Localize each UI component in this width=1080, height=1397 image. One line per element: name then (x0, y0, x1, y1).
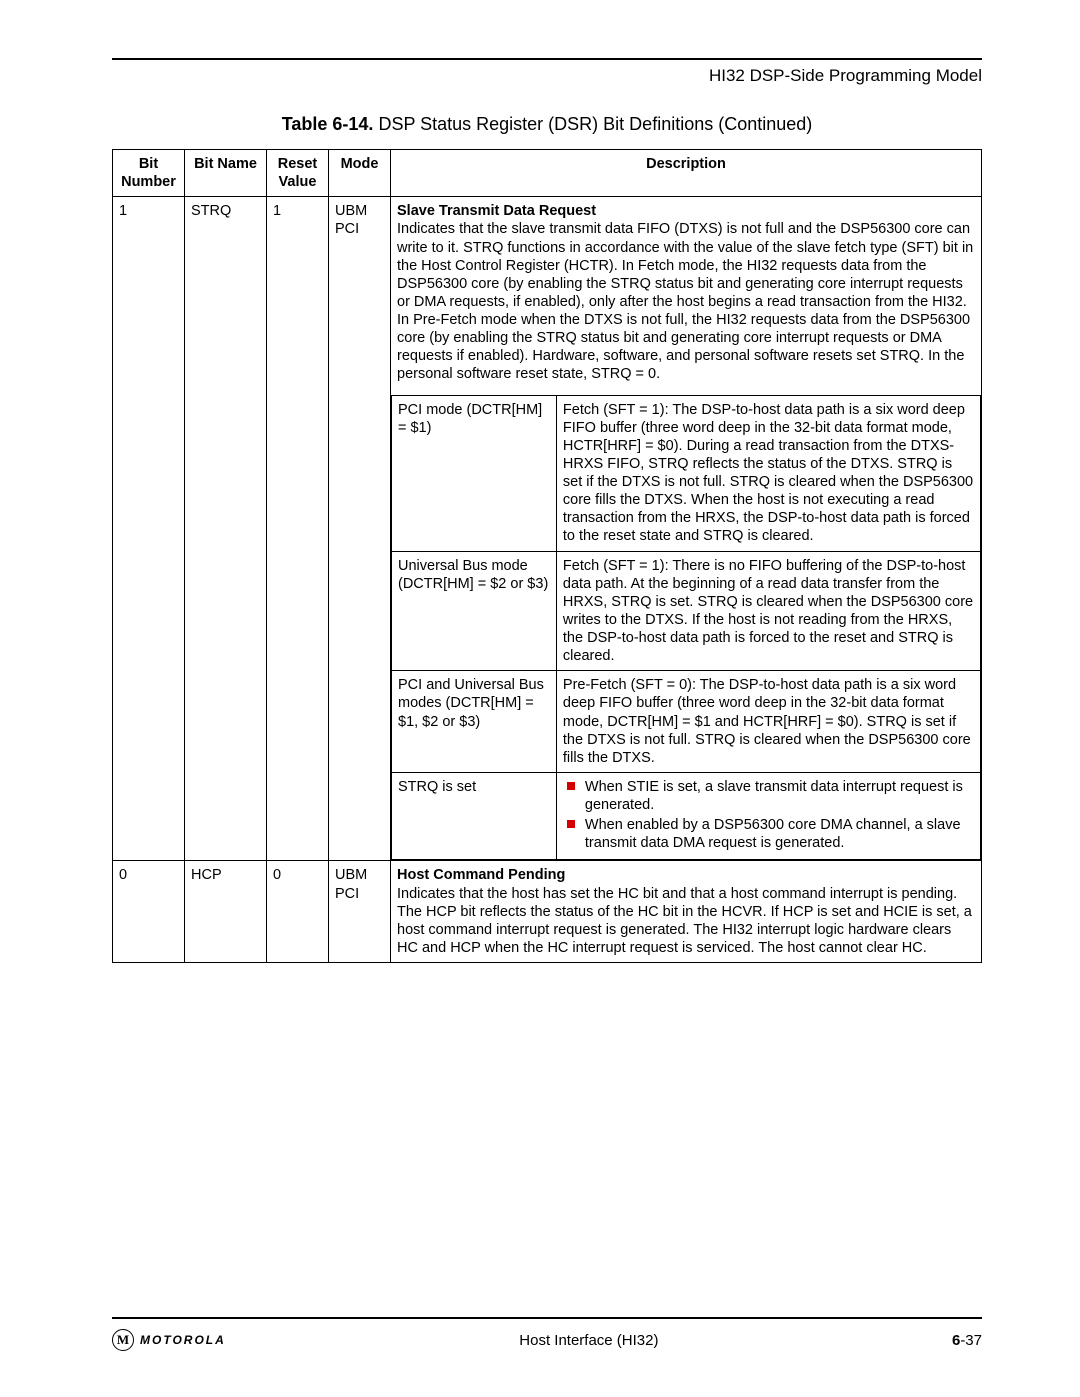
table-row: 1 STRQ 1 UBM PCI Slave Transmit Data Req… (113, 197, 982, 861)
cell-reset-value: 0 (267, 861, 329, 963)
subtable-row: PCI mode (DCTR[HM] = $1) Fetch (SFT = 1)… (392, 395, 981, 551)
subcell-a: Universal Bus mode (DCTR[HM] = $2 or $3) (392, 551, 557, 671)
page-footer: M MOTOROLA Host Interface (HI32) 6-37 (112, 1317, 982, 1351)
table-caption: Table 6-14. DSP Status Register (DSR) Bi… (112, 114, 982, 135)
subcell-a: PCI and Universal Bus modes (DCTR[HM] = … (392, 671, 557, 773)
desc-title: Host Command Pending (397, 867, 565, 883)
table-header-row: Bit Number Bit Name Reset Value Mode Des… (113, 150, 982, 197)
subtable-row: STRQ is set When STIE is set, a slave tr… (392, 772, 981, 860)
desc-body: Indicates that the slave transmit data F… (397, 221, 973, 382)
col-mode: Mode (329, 150, 391, 197)
cell-mode: UBM PCI (329, 197, 391, 861)
col-reset-value: Reset Value (267, 150, 329, 197)
cell-bit-number: 0 (113, 861, 185, 963)
subcell-b: Fetch (SFT = 1): There is no FIFO buffer… (556, 551, 980, 671)
footer-center: Host Interface (HI32) (519, 1332, 658, 1349)
subcell-b: Fetch (SFT = 1): The DSP-to-host data pa… (556, 395, 980, 551)
mode-line-2: PCI (335, 886, 359, 902)
bullet-item: When STIE is set, a slave transmit data … (563, 778, 974, 814)
page-suffix: -37 (960, 1332, 982, 1349)
footer-rule (112, 1317, 982, 1319)
page-header: HI32 DSP-Side Programming Model (112, 66, 982, 86)
top-rule (112, 58, 982, 60)
cell-bit-name: HCP (185, 861, 267, 963)
table-row: 0 HCP 0 UBM PCI Host Command Pending Ind… (113, 861, 982, 963)
cell-bit-name: STRQ (185, 197, 267, 861)
subtable: PCI mode (DCTR[HM] = $1) Fetch (SFT = 1)… (391, 395, 981, 861)
caption-rest: DSP Status Register (DSR) Bit Definition… (373, 114, 812, 134)
col-description: Description (391, 150, 982, 197)
subcell-a: STRQ is set (392, 772, 557, 860)
brand-text: MOTOROLA (140, 1333, 226, 1347)
mode-line-2: PCI (335, 221, 359, 237)
brand-logo: M MOTOROLA (112, 1329, 226, 1351)
footer-page-number: 6-37 (952, 1332, 982, 1349)
motorola-icon: M (112, 1329, 134, 1351)
bullet-list: When STIE is set, a slave transmit data … (563, 778, 974, 853)
caption-bold: Table 6-14. (282, 114, 374, 134)
mode-line-1: UBM (335, 203, 367, 219)
cell-reset-value: 1 (267, 197, 329, 861)
subtable-row: Universal Bus mode (DCTR[HM] = $2 or $3)… (392, 551, 981, 671)
cell-mode: UBM PCI (329, 861, 391, 963)
subcell-b: Pre-Fetch (SFT = 0): The DSP-to-host dat… (556, 671, 980, 773)
desc-body: Indicates that the host has set the HC b… (397, 886, 972, 956)
col-bit-number: Bit Number (113, 150, 185, 197)
desc-title: Slave Transmit Data Request (397, 203, 596, 219)
col-bit-name: Bit Name (185, 150, 267, 197)
cell-description: Slave Transmit Data Request Indicates th… (391, 197, 982, 861)
subtable-row: PCI and Universal Bus modes (DCTR[HM] = … (392, 671, 981, 773)
bullet-item: When enabled by a DSP56300 core DMA chan… (563, 816, 974, 852)
cell-bit-number: 1 (113, 197, 185, 861)
subcell-b: When STIE is set, a slave transmit data … (556, 772, 980, 860)
cell-description: Host Command Pending Indicates that the … (391, 861, 982, 963)
mode-line-1: UBM (335, 867, 367, 883)
dsr-table: Bit Number Bit Name Reset Value Mode Des… (112, 149, 982, 963)
subcell-a: PCI mode (DCTR[HM] = $1) (392, 395, 557, 551)
